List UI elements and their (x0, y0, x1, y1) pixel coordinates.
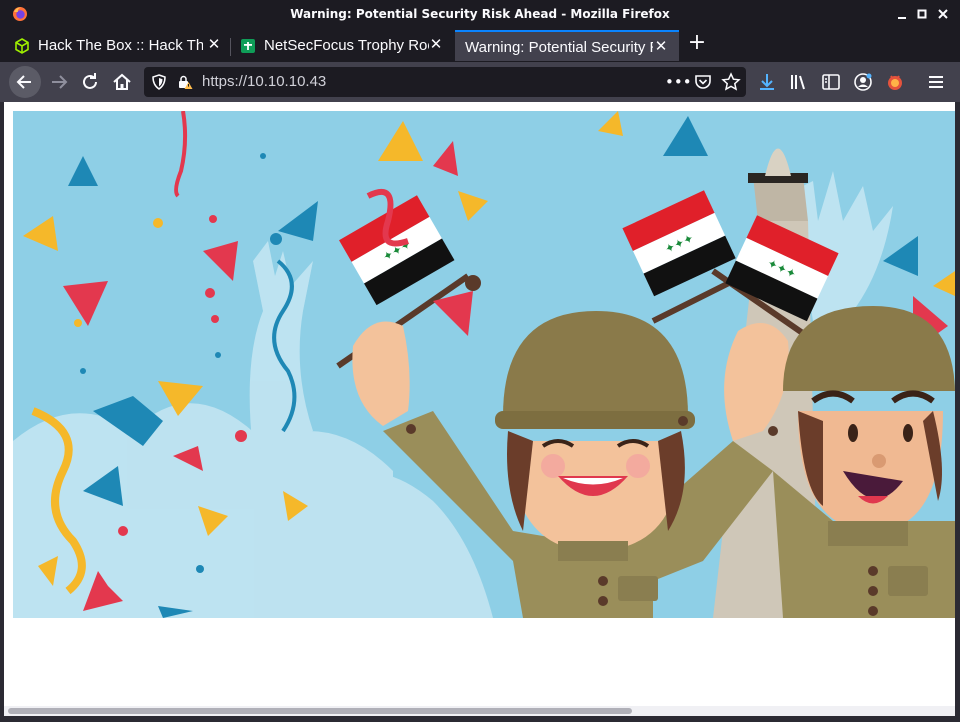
tab-hackthebox[interactable]: Hack The Box :: Hack The Box ✕ (4, 30, 228, 61)
maximize-icon[interactable] (913, 5, 931, 23)
shield-icon[interactable] (152, 74, 166, 90)
tab-security-warning[interactable]: Warning: Potential Security Risk Ahead ✕ (455, 30, 679, 61)
library-icon[interactable] (788, 71, 810, 93)
bookmark-star-icon[interactable] (721, 72, 741, 92)
tab-label: Warning: Potential Security Risk Ahead (465, 39, 653, 56)
hero-celebration-image: ✦✦✦ ✦✦✦ ✦✦✦ (13, 111, 955, 618)
url-text[interactable]: https://10.10.10.43 (202, 73, 326, 90)
reload-button[interactable] (78, 70, 102, 94)
close-icon[interactable] (934, 5, 952, 23)
forward-icon (52, 75, 68, 89)
back-button[interactable] (9, 66, 41, 98)
page-content: ✦✦✦ ✦✦✦ ✦✦✦ (4, 102, 955, 706)
home-button[interactable] (110, 70, 134, 94)
account-icon[interactable] (852, 71, 874, 93)
horizontal-scrollbar[interactable] (4, 706, 955, 716)
tab-label: NetSecFocus Trophy Room (264, 37, 429, 54)
url-bar[interactable]: https://10.10.10.43 ••• (144, 67, 746, 97)
green-sheet-icon (241, 39, 255, 53)
pocket-icon[interactable] (693, 72, 713, 92)
scrollbar-thumb[interactable] (8, 708, 632, 714)
window-title: Warning: Potential Security Risk Ahead -… (290, 7, 670, 21)
celebration-illustration: ✦✦✦ ✦✦✦ ✦✦✦ (13, 111, 955, 618)
home-icon (113, 73, 131, 90)
back-icon (16, 75, 31, 89)
minimize-icon[interactable] (893, 5, 911, 23)
hackthebox-cube-icon (15, 38, 29, 54)
tab-netsecfocus[interactable]: NetSecFocus Trophy Room ✕ (230, 30, 454, 61)
window-frame-right (955, 102, 960, 722)
extension-icon[interactable] (884, 71, 906, 93)
reload-icon (83, 73, 97, 89)
sidebar-icon[interactable] (820, 71, 842, 93)
insecure-lock-icon[interactable] (177, 74, 193, 90)
forward-button[interactable] (47, 70, 71, 94)
tab-label: Hack The Box :: Hack The Box (38, 37, 203, 54)
menu-icon[interactable] (925, 71, 947, 93)
tab-close-icon[interactable]: ✕ (206, 36, 222, 54)
tab-close-icon[interactable]: ✕ (653, 38, 669, 56)
browser-window: Warning: Potential Security Risk Ahead -… (0, 0, 960, 722)
navigation-toolbar: https://10.10.10.43 ••• (0, 62, 960, 102)
tab-strip: Hack The Box :: Hack The Box ✕ NetSecFoc… (0, 28, 960, 62)
tab-close-icon[interactable]: ✕ (428, 36, 444, 54)
new-tab-button[interactable]: + (686, 32, 708, 56)
download-icon[interactable] (756, 71, 778, 93)
title-bar: Warning: Potential Security Risk Ahead -… (0, 0, 960, 28)
more-icon[interactable]: ••• (665, 72, 692, 92)
window-frame-bottom (0, 716, 960, 722)
